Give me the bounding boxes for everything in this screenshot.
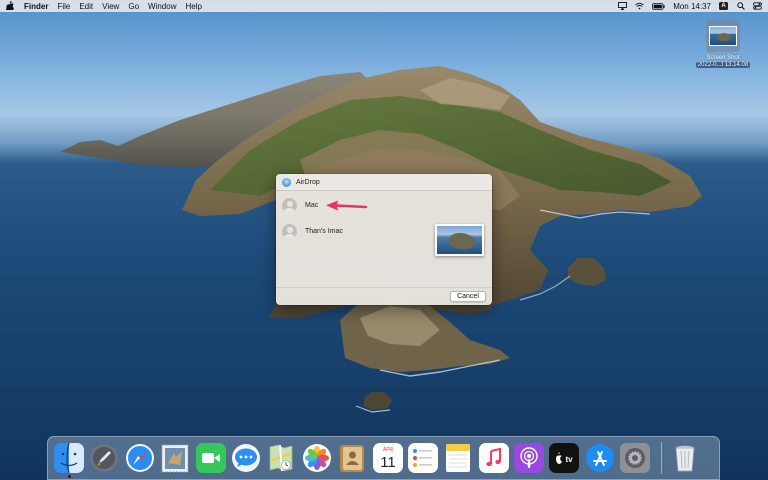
dock-safari-icon[interactable] xyxy=(125,443,155,473)
dock-trash-icon[interactable] xyxy=(670,443,700,473)
dock-notes-icon[interactable] xyxy=(443,443,473,473)
airdrop-recipient-thans-imac[interactable]: Than's Imac xyxy=(282,224,343,239)
dock-music-icon[interactable] xyxy=(478,443,509,473)
cancel-button[interactable]: Cancel xyxy=(450,291,486,302)
menu-window[interactable]: Window xyxy=(148,2,176,11)
sheet-footer: Cancel xyxy=(276,287,492,305)
apple-menu-icon[interactable] xyxy=(4,0,14,12)
dock-system-preferences-icon[interactable] xyxy=(620,443,651,473)
dock-facetime-icon[interactable] xyxy=(195,443,226,473)
wifi-icon[interactable] xyxy=(635,2,645,10)
running-indicator xyxy=(67,475,71,478)
annotation-arrow-icon xyxy=(326,200,368,211)
dock-finder-icon[interactable] xyxy=(54,443,84,478)
airdrop-share-sheet: AirDrop Mac Than's Imac Cancel xyxy=(276,174,492,305)
dock-mail-icon[interactable] xyxy=(160,443,190,473)
file-name: Screen Shot 2022-0...t 13.14.08 xyxy=(695,55,751,69)
file-thumbnail-icon xyxy=(706,20,740,52)
menu-view[interactable]: View xyxy=(102,2,119,11)
dock-tv-icon[interactable]: tv xyxy=(549,443,580,473)
menu-clock[interactable]: Mon 14:37 xyxy=(673,2,711,11)
calendar-month: APR xyxy=(382,447,393,453)
dock-reminders-icon[interactable] xyxy=(407,443,438,473)
airdrop-recipient-mac[interactable]: Mac xyxy=(282,198,318,213)
dock-podcasts-icon[interactable] xyxy=(514,443,545,473)
sheet-title: AirDrop xyxy=(296,178,320,186)
menu-go[interactable]: Go xyxy=(128,2,139,11)
control-center-icon[interactable] xyxy=(753,2,762,10)
dock-separator xyxy=(660,442,662,474)
menu-file[interactable]: File xyxy=(57,2,70,11)
menu-app-name[interactable]: Finder xyxy=(24,2,48,11)
dock-contacts-icon[interactable] xyxy=(337,443,367,473)
dock-calendar-icon[interactable]: APR 11 xyxy=(372,443,403,473)
menu-bar: Finder File Edit View Go Window Help Mon… xyxy=(0,0,768,12)
airdrop-icon xyxy=(282,177,291,187)
shared-file-preview xyxy=(435,224,484,256)
input-source-icon[interactable]: A xyxy=(719,2,728,10)
file-name-line1: Screen Shot xyxy=(706,55,740,61)
menu-help[interactable]: Help xyxy=(185,2,201,11)
dock-photos-icon[interactable] xyxy=(302,443,332,473)
dock-messages-icon[interactable] xyxy=(231,443,261,473)
battery-icon[interactable] xyxy=(652,2,665,10)
recipient-label: Mac xyxy=(305,202,319,209)
sheet-header: AirDrop xyxy=(276,174,492,191)
menu-edit[interactable]: Edit xyxy=(79,2,93,11)
desktop-file-screenshot[interactable]: Screen Shot 2022-0...t 13.14.08 xyxy=(686,20,760,69)
dock-app-store-icon[interactable] xyxy=(585,443,615,473)
svg-text:tv: tv xyxy=(566,455,574,464)
dock-maps-icon[interactable] xyxy=(266,443,296,473)
airplay-icon[interactable] xyxy=(618,2,628,10)
spotlight-icon[interactable] xyxy=(736,2,745,10)
person-icon xyxy=(282,224,297,239)
recipient-label: Than's Imac xyxy=(305,228,343,235)
person-icon xyxy=(282,198,297,213)
calendar-day: 11 xyxy=(380,454,396,471)
dock: APR 11 tv xyxy=(47,436,720,480)
file-name-line2: 2022-0...t 13.14.08 xyxy=(695,62,751,68)
dock-launchpad-icon[interactable] xyxy=(89,443,119,473)
